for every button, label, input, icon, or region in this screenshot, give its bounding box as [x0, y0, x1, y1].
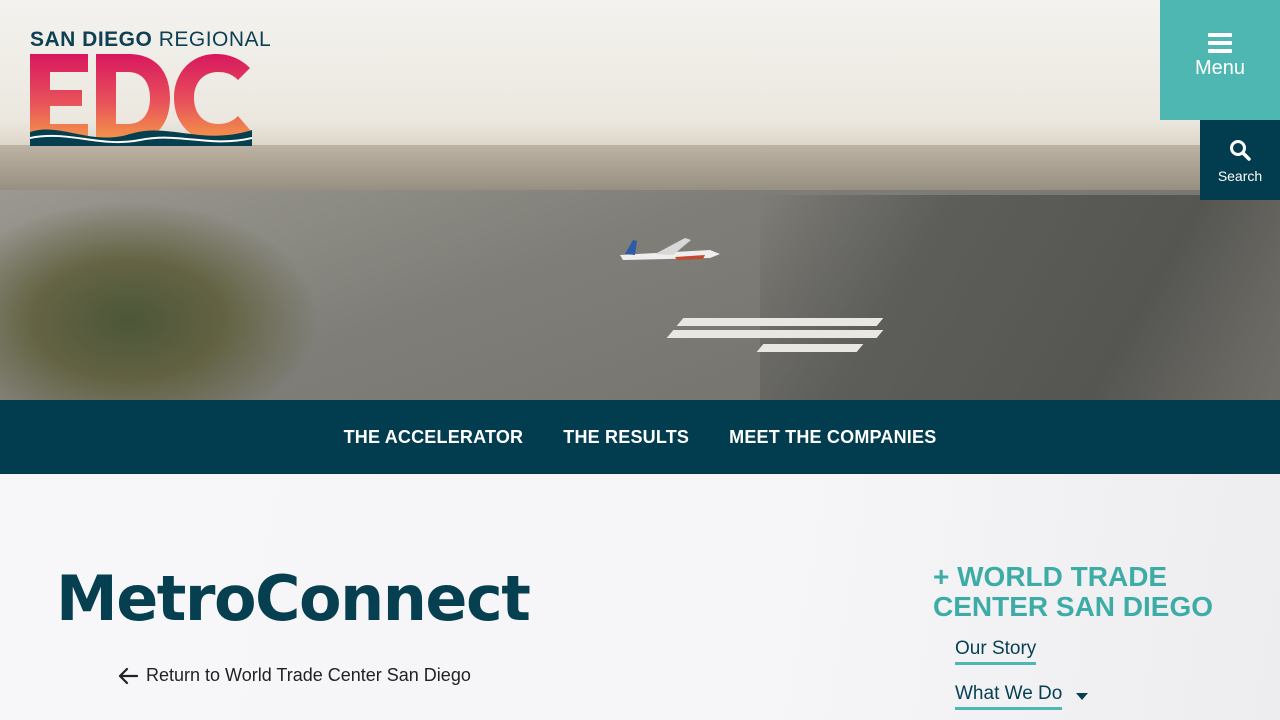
logo-wordmark: SAN DIEGO REGIONAL	[30, 28, 272, 51]
return-link[interactable]: Return to World Trade Center San Diego	[118, 665, 471, 686]
hero-trees	[0, 200, 320, 400]
search-icon	[1230, 140, 1251, 161]
airplane-icon	[620, 238, 720, 260]
site-logo[interactable]: SAN DIEGO REGIONAL	[30, 28, 272, 148]
main-content: MetroConnect Return to World Trade Cente…	[0, 474, 1280, 720]
runway-marking	[666, 330, 884, 338]
hero-runway	[760, 195, 1280, 400]
nav-item-results[interactable]: THE RESULTS	[563, 427, 689, 448]
search-button[interactable]: Search	[1200, 120, 1280, 200]
hamburger-icon	[1208, 33, 1232, 53]
sidebar: + WORLD TRADE CENTER SAN DIEGO Our Story…	[933, 562, 1253, 710]
sidebar-item-what-we-do[interactable]: What We Do	[955, 683, 1063, 710]
edc-logo-icon	[30, 54, 252, 146]
nav-item-companies[interactable]: MEET THE COMPANIES	[729, 427, 936, 448]
search-label: Search	[1217, 168, 1263, 184]
sidebar-item-our-story[interactable]: Our Story	[955, 638, 1037, 665]
menu-label: Menu	[1194, 57, 1246, 79]
menu-button[interactable]: Menu	[1160, 0, 1280, 120]
arrow-left-icon	[118, 667, 138, 684]
chevron-down-icon[interactable]	[1076, 693, 1089, 700]
page-title: MetroConnect	[56, 562, 531, 635]
runway-marking	[676, 318, 884, 326]
nav-item-accelerator[interactable]: THE ACCELERATOR	[344, 427, 524, 448]
return-link-label: Return to World Trade Center San Diego	[146, 665, 471, 685]
sidebar-heading[interactable]: + WORLD TRADE CENTER SAN DIEGO	[933, 562, 1253, 622]
section-nav: THE ACCELERATOR THE RESULTS MEET THE COM…	[0, 400, 1280, 474]
runway-marking	[756, 344, 864, 352]
